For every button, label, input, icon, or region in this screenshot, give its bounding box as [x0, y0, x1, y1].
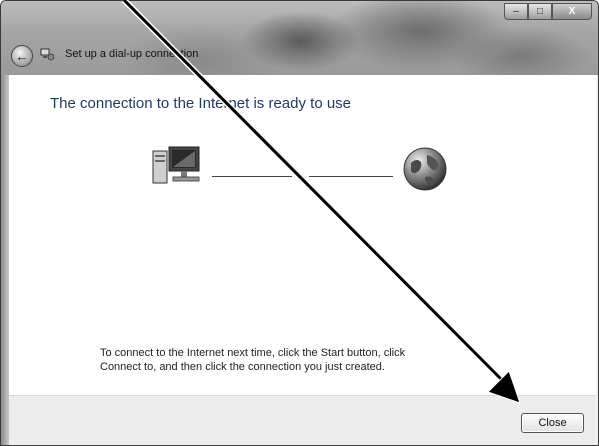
page-heading: The connection to the Internet is ready …: [50, 95, 352, 112]
computer-icon: [152, 146, 200, 184]
wizard-content: The connection to the Internet is ready …: [9, 75, 596, 395]
maximize-button[interactable]: □: [528, 3, 552, 20]
back-button[interactable]: ←: [11, 45, 33, 67]
connection-line-left: [212, 176, 292, 177]
globe-icon: [403, 147, 447, 191]
network-connection-icon: [40, 48, 55, 61]
instructions-text: To connect to the Internet next time, cl…: [100, 347, 406, 373]
close-button[interactable]: Close: [521, 413, 584, 433]
title-bar[interactable]: – □ X ← Set up a dial-up connection: [1, 1, 598, 75]
minimize-button[interactable]: –: [504, 3, 528, 20]
wizard-title: Set up a dial-up connection: [65, 48, 199, 60]
caption-buttons: – □ X: [504, 3, 592, 20]
back-arrow-icon: ←: [15, 48, 29, 64]
connection-line-right: [309, 176, 393, 177]
close-window-button[interactable]: X: [552, 3, 592, 20]
wizard-footer: Close: [9, 395, 596, 444]
window-frame-edge: [1, 75, 9, 445]
wizard-window: – □ X ← Set up a dial-up connection The …: [0, 0, 599, 446]
